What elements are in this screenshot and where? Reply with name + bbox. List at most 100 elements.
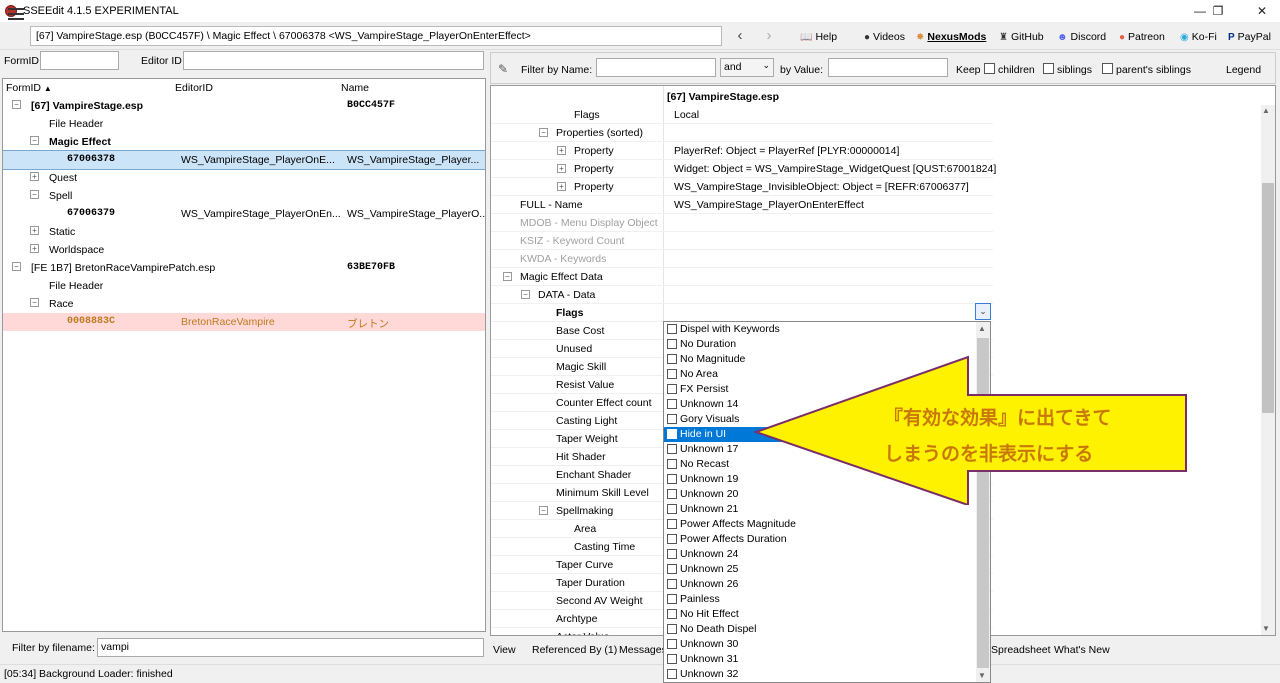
record-row[interactable]: + Property Widget: Object = WS_VampireStag… — [491, 160, 996, 178]
checkbox-icon[interactable] — [667, 474, 677, 484]
hamburger-menu-icon[interactable] — [8, 8, 24, 20]
pin-icon[interactable]: ✎ — [498, 62, 508, 76]
checkbox-icon[interactable] — [667, 594, 677, 604]
record-path-field[interactable]: [67] VampireStage.esp (B0CC457F) \ Magic… — [30, 26, 722, 46]
checkbox-icon[interactable] — [667, 444, 677, 454]
record-row[interactable]: KSIZ - Keyword Count — [491, 232, 993, 250]
checkbox-icon[interactable] — [667, 624, 677, 634]
record-row[interactable]: + Property PlayerRef: Object = PlayerRef [… — [491, 142, 993, 160]
tree-row[interactable]: 67006378 WS_VampireStage_PlayerOnE... WS_V… — [3, 150, 485, 170]
expand-icon[interactable]: + — [557, 182, 566, 191]
tree-row[interactable]: − Race — [3, 295, 485, 313]
flag-option[interactable]: Unknown 32 — [664, 667, 976, 682]
flag-option[interactable]: No Hit Effect — [664, 607, 976, 622]
record-row[interactable]: FULL - Name WS_VampireStage_PlayerOnEnter… — [491, 196, 993, 214]
flag-option[interactable]: Unknown 24 — [664, 547, 976, 562]
checkbox-icon[interactable] — [667, 654, 677, 664]
dropdown-scroll-down-icon[interactable]: ▼ — [978, 671, 986, 680]
checkbox-icon[interactable] — [667, 459, 677, 469]
expand-icon[interactable]: + — [557, 164, 566, 173]
flag-option[interactable]: Unknown 26 — [664, 577, 976, 592]
collapse-icon[interactable]: − — [30, 190, 39, 199]
expand-icon[interactable]: + — [30, 226, 39, 235]
checkbox-icon[interactable] — [667, 369, 677, 379]
record-row[interactable]: − Properties (sorted) — [491, 124, 993, 142]
tree-row[interactable]: File Header — [3, 277, 485, 295]
checkbox-icon[interactable] — [667, 399, 677, 409]
record-row[interactable]: Flags Local — [491, 106, 993, 124]
tab-whats-new[interactable]: What's New — [1054, 644, 1110, 656]
link-patreon[interactable]: ● Patreon — [1119, 31, 1165, 43]
record-row[interactable]: − Magic Effect Data — [491, 268, 993, 286]
legend-button[interactable]: Legend — [1226, 64, 1261, 76]
collapse-icon[interactable]: − — [30, 298, 39, 307]
tree-row[interactable]: − [FE 1B7] BretonRaceVampirePatch.esp 63BE… — [3, 259, 485, 277]
tree-row[interactable]: 0008883C BretonRaceVampire ブレトン — [3, 313, 485, 331]
children-checkbox[interactable] — [984, 63, 995, 74]
record-view-scroll-thumb[interactable] — [1262, 183, 1274, 413]
link-discord[interactable]: ☻ Discord — [1057, 31, 1106, 43]
tree-row[interactable]: − Magic Effect — [3, 133, 485, 151]
col-name[interactable]: Name — [341, 82, 369, 94]
collapse-icon[interactable]: − — [30, 136, 39, 145]
checkbox-icon[interactable] — [667, 609, 677, 619]
filter-name-input[interactable] — [596, 58, 716, 77]
link-nexusmods[interactable]: ✸ NexusMods — [916, 31, 986, 43]
checkbox-icon[interactable] — [667, 519, 677, 529]
flags-dropdown-button[interactable]: ⌄ — [975, 303, 991, 320]
link-help[interactable]: 📖 Help — [800, 31, 837, 43]
col-formid[interactable]: FormID ▲ — [6, 82, 52, 94]
record-row[interactable]: + Property WS_VampireStage_InvisibleObject… — [491, 178, 993, 196]
close-button[interactable]: ✕ — [1244, 0, 1280, 22]
checkbox-icon[interactable] — [667, 639, 677, 649]
expand-icon[interactable]: + — [30, 244, 39, 253]
link-paypal[interactable]: P PayPal — [1228, 31, 1271, 43]
link-videos[interactable]: ● Videos — [864, 31, 905, 43]
record-row[interactable]: − DATA - Data — [491, 286, 993, 304]
checkbox-icon[interactable] — [667, 549, 677, 559]
flag-option[interactable]: Power Affects Duration — [664, 532, 976, 547]
filter-value-input[interactable] — [828, 58, 948, 77]
checkbox-icon[interactable] — [667, 324, 677, 334]
collapse-icon[interactable]: − — [503, 272, 512, 281]
flag-option[interactable]: Unknown 31 — [664, 652, 976, 667]
flag-option[interactable]: Power Affects Magnitude — [664, 517, 976, 532]
expand-icon[interactable]: + — [557, 146, 566, 155]
tab-referenced-by[interactable]: Referenced By (1) — [532, 644, 617, 656]
col-editorid[interactable]: EditorID — [175, 82, 213, 94]
record-row[interactable]: KWDA - Keywords — [491, 250, 993, 268]
link-github[interactable]: ♜ GitHub — [999, 31, 1044, 43]
tree-row[interactable]: + Worldspace — [3, 241, 485, 259]
tree-row[interactable]: − Spell — [3, 187, 485, 205]
collapse-icon[interactable]: − — [12, 262, 21, 271]
checkbox-icon[interactable] — [667, 339, 677, 349]
tab-spreadsheet[interactable]: Spreadsheet — [991, 644, 1051, 656]
expand-icon[interactable]: + — [30, 172, 39, 181]
flag-option[interactable]: Painless — [664, 592, 976, 607]
flag-option[interactable]: Unknown 25 — [664, 562, 976, 577]
scroll-down-icon[interactable]: ▼ — [1262, 624, 1270, 633]
tree-row[interactable]: File Header — [3, 115, 485, 133]
checkbox-icon[interactable] — [667, 579, 677, 589]
tab-messages[interactable]: Messages — [619, 644, 667, 656]
record-row[interactable]: MDOB - Menu Display Object — [491, 214, 993, 232]
link-ko-fi[interactable]: ◉ Ko-Fi — [1180, 31, 1217, 43]
checkbox-icon[interactable] — [667, 414, 677, 424]
checkbox-icon[interactable] — [667, 534, 677, 544]
flag-option[interactable]: Dispel with Keywords — [664, 322, 976, 337]
checkbox-icon[interactable] — [667, 489, 677, 499]
checkbox-icon[interactable] — [667, 504, 677, 514]
checkbox-icon[interactable] — [667, 429, 677, 439]
back-button[interactable]: ‹ — [730, 27, 750, 45]
checkbox-icon[interactable] — [667, 354, 677, 364]
tree-row[interactable]: 67006379 WS_VampireStage_PlayerOnEn... WS_… — [3, 205, 485, 223]
forward-button[interactable]: › — [759, 27, 779, 45]
checkbox-icon[interactable] — [667, 669, 677, 679]
flag-option[interactable]: No Death Dispel — [664, 622, 976, 637]
checkbox-icon[interactable] — [667, 384, 677, 394]
and-or-select[interactable]: and ⌄ — [720, 58, 774, 77]
tree-row[interactable]: + Static — [3, 223, 485, 241]
flag-option[interactable]: No Duration — [664, 337, 976, 352]
collapse-icon[interactable]: − — [539, 128, 548, 137]
filename-filter-input[interactable]: vampi — [97, 638, 484, 657]
